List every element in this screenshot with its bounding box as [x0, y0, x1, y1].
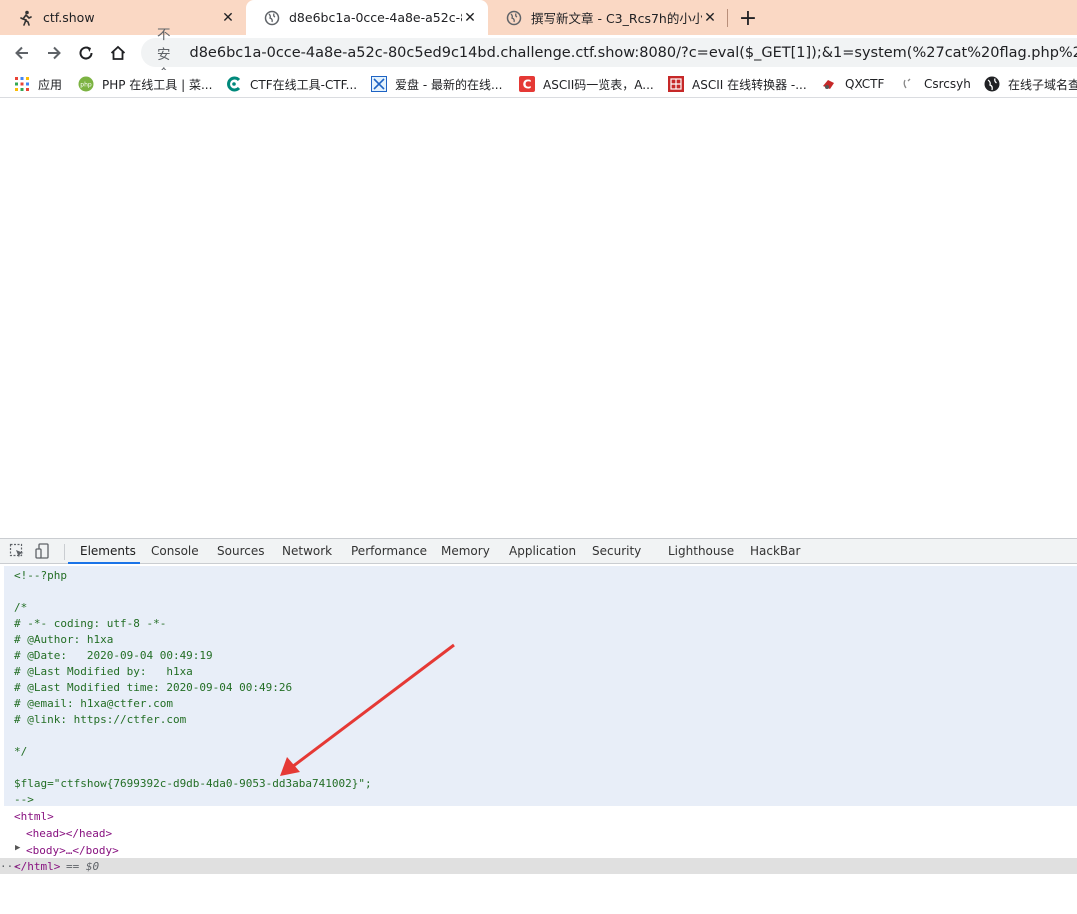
php-icon: php	[78, 76, 94, 92]
svg-text:php: php	[80, 82, 92, 89]
tab-ctfshow[interactable]: ctf.show ✕	[0, 0, 246, 35]
devtools-divider	[64, 544, 65, 560]
ctf-tool-icon	[226, 76, 242, 92]
devtools-tab-hackbar[interactable]: HackBar	[750, 539, 800, 564]
reload-icon	[79, 46, 93, 60]
devtools-tab-console[interactable]: Console	[151, 539, 199, 564]
close-icon[interactable]: ✕	[220, 10, 236, 26]
bookmark-label: CTF在线工具-CTF...	[250, 77, 358, 92]
devtools-tab-performance[interactable]: Performance	[351, 539, 427, 564]
new-tab-button[interactable]: +	[735, 5, 761, 31]
reload-button[interactable]	[74, 41, 98, 65]
dom-html-open[interactable]: <html>	[14, 810, 54, 823]
globe-icon	[506, 10, 522, 26]
bookmark-subdomain[interactable]: 在线子域名查	[984, 75, 1077, 93]
comment-line: <!--?php	[14, 569, 67, 582]
dom-body[interactable]: <body>…</body>	[26, 844, 119, 857]
bookmark-label: 在线子域名查	[1008, 77, 1077, 92]
bookmark-ascii-table[interactable]: C ASCII码一览表，A...	[519, 75, 654, 93]
tab-write-article[interactable]: 撰写新文章 - C3_Rcs7h的小小专 ✕	[488, 0, 728, 35]
aipan-icon	[371, 76, 387, 92]
comment-line: # @Date: 2020-09-04 00:49:19	[14, 649, 213, 662]
bookmark-label: Csrcsyh	[924, 77, 971, 91]
bookmark-apps[interactable]: 应用	[14, 75, 62, 93]
globe-icon	[264, 10, 280, 26]
tab-divider	[727, 9, 728, 27]
url-text[interactable]: d8e6bc1a-0cce-4a8e-a52c-80c5ed9c14bd.cha…	[190, 45, 1077, 61]
devtools-tab-sources[interactable]: Sources	[217, 539, 264, 564]
comment-line: # @link: https://ctfer.com	[14, 713, 187, 726]
tab-challenge[interactable]: d8e6bc1a-0cce-4a8e-a52c-80c ✕	[246, 0, 488, 35]
bookmarks-bar: 应用 php PHP 在线工具 | 菜... CTF在线工具-CTF... 爱盘…	[0, 70, 1077, 98]
close-icon[interactable]: ✕	[462, 10, 478, 26]
expand-triangle-icon[interactable]: ▶	[15, 843, 20, 853]
devtools-tab-security[interactable]: Security	[592, 539, 641, 564]
comment-line: */	[14, 745, 28, 758]
close-icon[interactable]: ✕	[702, 10, 718, 26]
devtools-tabbar: Elements Console Sources Network Perform…	[0, 538, 1077, 564]
devtools-tab-memory[interactable]: Memory	[441, 539, 490, 564]
forward-arrow-icon	[48, 46, 61, 60]
home-icon	[110, 45, 126, 60]
svg-text:C: C	[523, 78, 532, 92]
device-toolbar-icon[interactable]	[35, 543, 51, 559]
suan-icon	[668, 76, 684, 92]
dom-head[interactable]: <head></head>	[26, 827, 112, 840]
selected-dom-row[interactable]	[0, 858, 1077, 874]
comment-line: # -*- coding: utf-8 -*-	[14, 617, 167, 630]
dom-html-close[interactable]: </html>	[14, 860, 60, 873]
flag-line: $flag="ctfshow{7699392c-d9db-4da0-9053-d…	[14, 777, 372, 790]
comment-line: # @Last Modified by: h1xa	[14, 665, 193, 678]
bookmark-aipan[interactable]: 爱盘 - 最新的在线...	[371, 75, 502, 93]
page-viewport	[0, 99, 1077, 538]
devtools-panel: Elements Console Sources Network Perform…	[0, 538, 1077, 914]
bookmark-csrcsyh[interactable]: Csrcsyh	[900, 75, 971, 93]
bookmark-label: ASCII码一览表，A...	[543, 77, 654, 92]
devtools-tab-lighthouse[interactable]: Lighthouse	[668, 539, 734, 564]
back-button[interactable]	[10, 41, 34, 65]
bookmark-ascii-converter[interactable]: ASCII 在线转换器 -...	[668, 75, 807, 93]
bookmark-label: QXCTF	[845, 77, 885, 91]
qxctf-icon	[821, 76, 837, 92]
comment-line: /*	[14, 601, 28, 614]
home-button[interactable]	[106, 41, 130, 65]
bookmark-label: 爱盘 - 最新的在线...	[395, 77, 503, 92]
bookmark-qxctf[interactable]: QXCTF	[821, 75, 884, 93]
runner-icon	[18, 10, 34, 26]
comment-line: # @Last Modified time: 2020-09-04 00:49:…	[14, 681, 293, 694]
csrcsyh-icon	[900, 76, 916, 92]
bookmark-label: ASCII 在线转换器 -...	[692, 77, 807, 92]
browser-toolbar: 不安全 d8e6bc1a-0cce-4a8e-a52c-80c5ed9c14bd…	[0, 27, 1077, 83]
devtools-tab-network[interactable]: Network	[282, 539, 332, 564]
comment-line: -->	[14, 793, 34, 806]
bookmark-ctf-tools[interactable]: CTF在线工具-CTF...	[226, 75, 357, 93]
comment-line: # @email: h1xa@ctfer.com	[14, 697, 173, 710]
inspect-element-icon[interactable]	[9, 543, 25, 559]
bookmark-php-tools[interactable]: php PHP 在线工具 | 菜...	[78, 75, 212, 93]
bookmark-label: PHP 在线工具 | 菜...	[102, 77, 213, 92]
tab-title: ctf.show	[43, 10, 95, 25]
comment-line: # @Author: h1xa	[14, 633, 114, 646]
devtools-tab-elements[interactable]: Elements	[80, 539, 136, 564]
apps-grid-icon	[14, 76, 30, 92]
address-bar[interactable]: 不安全 d8e6bc1a-0cce-4a8e-a52c-80c5ed9c14bd…	[141, 27, 1077, 83]
tab-title: 撰写新文章 - C3_Rcs7h的小小专	[531, 11, 702, 26]
devtools-tab-application[interactable]: Application	[509, 539, 576, 564]
globe-icon	[984, 76, 1000, 92]
active-tab-indicator	[68, 562, 140, 564]
back-arrow-icon	[15, 46, 28, 60]
forward-button[interactable]	[42, 41, 66, 65]
tab-title: d8e6bc1a-0cce-4a8e-a52c-80c	[289, 10, 462, 25]
selected-marker: == $0	[66, 860, 100, 873]
csdn-c-icon: C	[519, 76, 535, 92]
bookmark-label: 应用	[38, 77, 63, 92]
